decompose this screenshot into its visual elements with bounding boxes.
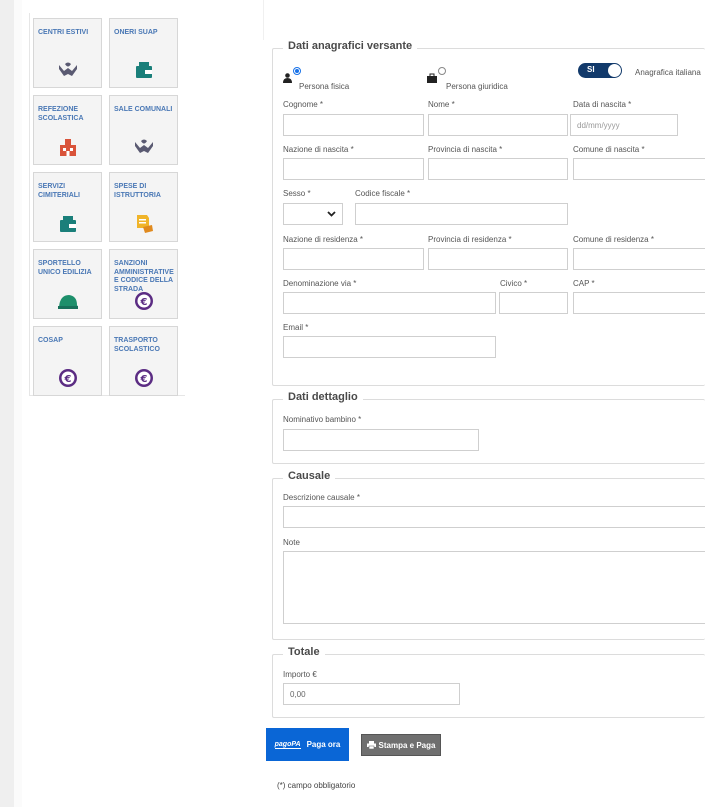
tile-refezione-scolastica[interactable]: REFEZIONE SCOLASTICA [33, 95, 102, 165]
label-descrizione-causale: Descrizione causale * [283, 493, 360, 502]
divider [263, 0, 264, 40]
label-comune-nascita: Comune di nascita * [573, 145, 645, 154]
nazione-residenza-input[interactable] [283, 248, 424, 270]
label-importo: Importo € [283, 670, 317, 679]
tile-label: SALE COMUNALI [114, 106, 173, 113]
label-nominativo-bambino: Nominativo bambino * [283, 415, 362, 424]
label-civico: Civico * [500, 279, 528, 288]
label-data-nascita: Data di nascita * [573, 100, 632, 109]
legend-dati-anagrafici: Dati anagrafici versante [283, 40, 418, 52]
nazione-nascita-input[interactable] [283, 158, 424, 180]
denominazione-via-input[interactable] [283, 292, 496, 314]
chevron-down-icon [327, 211, 336, 217]
label-note: Note [283, 538, 300, 547]
toggle-text: SI [587, 65, 595, 74]
tile-label: SERVIZI CIMITERIALI [38, 183, 80, 199]
hands-care-icon [132, 136, 156, 158]
provincia-nascita-input[interactable] [428, 158, 568, 180]
provincia-residenza-input[interactable] [428, 248, 568, 270]
wallet-icon [56, 213, 80, 235]
codice-fiscale-input[interactable] [355, 203, 568, 225]
label-provincia-nascita: Provincia di nascita * [428, 145, 503, 154]
stampa-e-paga-label: Stampa e Paga [378, 740, 436, 750]
page-left-gutter [14, 0, 22, 807]
label-provincia-residenza: Provincia di residenza * [428, 235, 512, 244]
toggle-knob [608, 64, 621, 77]
label-cognome: Cognome * [283, 100, 324, 109]
stampa-e-paga-button[interactable]: Stampa e Paga [361, 734, 441, 756]
svg-text:€: € [63, 374, 71, 385]
legend-dati-dettaglio: Dati dettaglio [283, 391, 363, 403]
tile-label: TRASPORTO SCOLASTICO [114, 337, 160, 353]
cap-input[interactable] [573, 292, 705, 314]
legend-totale: Totale [283, 646, 325, 658]
pagopa-logo: pagoPA [274, 740, 301, 749]
tile-sale-comunali[interactable]: SALE COMUNALI [109, 95, 178, 165]
paga-ora-label: Paga ora [306, 740, 341, 749]
footnote-campo-obbligatorio: (*) campo obbligatorio [277, 781, 356, 790]
label-nazione-nascita: Nazione di nascita * [283, 145, 354, 154]
importo-value: 0,00 [290, 689, 306, 699]
nome-input[interactable] [428, 114, 568, 136]
cognome-input[interactable] [283, 114, 424, 136]
svg-text:€: € [139, 374, 147, 385]
data-nascita-input[interactable]: dd/mm/yyyy [570, 114, 678, 136]
person-icon [283, 73, 292, 83]
label-anagrafica-italiana: Anagrafica italiana [635, 68, 701, 77]
tile-sanzioni-amministrative[interactable]: SANZIONI AMMINISTRATIVE E CODICE DELLA S… [109, 249, 178, 319]
toggle-anagrafica-italiana[interactable]: SI [578, 63, 622, 78]
note-textarea[interactable] [283, 551, 705, 624]
euro-coin-icon: € [56, 367, 80, 389]
tile-label: SPORTELLO UNICO EDILIZIA [38, 260, 92, 276]
tile-sportello-unico-edilizia[interactable]: SPORTELLO UNICO EDILIZIA [33, 249, 102, 319]
comune-nascita-input[interactable] [573, 158, 705, 180]
tile-label: SPESE DI ISTRUTTORIA [114, 183, 161, 199]
tile-label: ONERI SUAP [114, 29, 158, 36]
hands-care-icon [56, 59, 80, 81]
school-building-icon [56, 136, 80, 158]
label-codice-fiscale: Codice fiscale * [355, 189, 411, 198]
label-cap: CAP * [573, 279, 595, 288]
label-nazione-residenza: Nazione di residenza * [283, 235, 364, 244]
civico-input[interactable] [499, 292, 568, 314]
helmet-icon [56, 290, 80, 312]
printer-icon [366, 741, 376, 749]
tile-label: CENTRI ESTIVI [38, 29, 89, 36]
tile-label: COSAP [38, 337, 63, 344]
label-email: Email * [283, 323, 309, 332]
svg-text:€: € [139, 297, 147, 308]
euro-coin-icon: € [132, 290, 156, 312]
radio-persona-giuridica[interactable] [438, 67, 446, 75]
tile-centri-estivi[interactable]: CENTRI ESTIVI [33, 18, 102, 88]
label-nome: Nome * [428, 100, 455, 109]
descrizione-causale-input[interactable] [283, 506, 705, 528]
email-input[interactable] [283, 336, 496, 358]
comune-residenza-input[interactable] [573, 248, 705, 270]
legend-causale: Causale [283, 470, 336, 482]
tile-spese-di-istruttoria[interactable]: SPESE DI ISTRUTTORIA [109, 172, 178, 242]
page-left-border [0, 0, 14, 807]
label-denominazione-via: Denominazione via * [283, 279, 357, 288]
radio-persona-fisica[interactable] [293, 67, 301, 75]
tile-label: SANZIONI AMMINISTRATIVE E CODICE DELLA S… [114, 260, 174, 293]
label-comune-residenza: Comune di residenza * [573, 235, 654, 244]
wallet-icon [132, 59, 156, 81]
label-sesso: Sesso * [283, 189, 311, 198]
tile-cosap[interactable]: COSAP € [33, 326, 102, 396]
tile-oneri-suap[interactable]: ONERI SUAP [109, 18, 178, 88]
service-tiles-panel: CENTRI ESTIVI ONERI SUAP REFEZIONE SCOLA… [29, 13, 185, 396]
nominativo-bambino-input[interactable] [283, 429, 479, 451]
tile-label: REFEZIONE SCOLASTICA [38, 106, 84, 122]
euro-coin-icon: € [132, 367, 156, 389]
sesso-select[interactable] [283, 203, 343, 225]
label-persona-fisica: Persona fisica [299, 82, 350, 91]
document-hand-icon [132, 213, 156, 235]
briefcase-icon [427, 73, 437, 83]
tile-trasporto-scolastico[interactable]: TRASPORTO SCOLASTICO € [109, 326, 178, 396]
paga-ora-button[interactable]: pagoPA Paga ora [266, 728, 349, 761]
label-persona-giuridica: Persona giuridica [446, 82, 508, 91]
data-nascita-placeholder: dd/mm/yyyy [577, 120, 620, 130]
tile-servizi-cimiteriali[interactable]: SERVIZI CIMITERIALI [33, 172, 102, 242]
importo-input[interactable]: 0,00 [283, 683, 460, 705]
